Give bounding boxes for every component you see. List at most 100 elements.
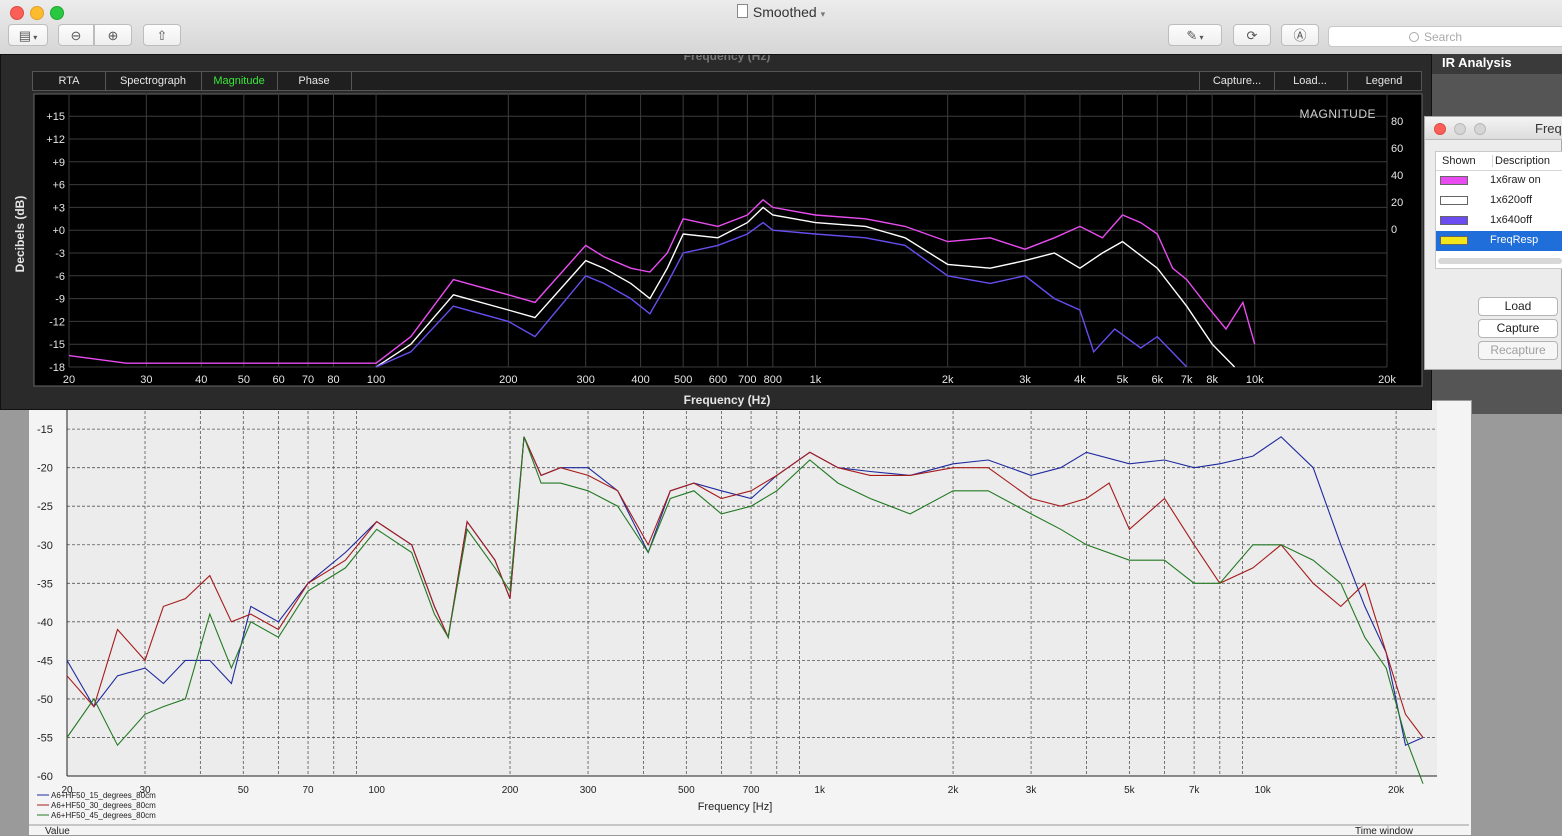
y-tick-label: -3 — [55, 248, 65, 260]
y-tick-label: -60 — [37, 771, 53, 783]
x-tick-label: 800 — [764, 374, 782, 386]
x-tick-label: 6k — [1151, 374, 1163, 386]
zoom-legend-button[interactable] — [1474, 123, 1486, 135]
document-page: -15 -20 -25 -30 -35 -40 -45 -50 -55 -60 20 30 50 70 10… — [28, 400, 1472, 836]
right-axis-label: 0 — [1391, 224, 1397, 236]
x-tick-label: 50 — [238, 374, 250, 386]
share-button[interactable]: ⇧ — [143, 24, 181, 46]
horizontal-scrollbar[interactable] — [1438, 258, 1562, 264]
legend-row[interactable]: 1x6raw on — [1436, 171, 1562, 191]
capture-button[interactable]: Capture — [1478, 319, 1558, 338]
x-tick-label: 10k — [1255, 785, 1272, 796]
x-tick-label: 2k — [948, 785, 960, 796]
zoom-out-button[interactable]: ⊖ — [58, 24, 94, 46]
legend-label: A6+HF50_15_degrees_80cm — [51, 791, 156, 800]
legend-row[interactable]: 1x620off — [1436, 191, 1562, 211]
x-tick-label: 5k — [1124, 785, 1136, 796]
rotate-button[interactable]: ⟳ — [1233, 24, 1271, 46]
x-axis-label: Frequency [Hz] — [698, 801, 773, 813]
x-tick-label: 500 — [678, 785, 695, 796]
legend-row[interactable]: 1x640off — [1436, 211, 1562, 231]
x-tick-label: 30 — [140, 374, 152, 386]
zoom-out-icon: ⊖ — [70, 28, 82, 43]
series-swatch — [1440, 236, 1468, 245]
window-titlebar: Smoothed ▾ ▤ ▾ ⊖ ⊕ ⇧ ✎ ▾ ⟳ Ⓐ Search — [0, 0, 1562, 55]
minimize-legend-button[interactable] — [1454, 123, 1466, 135]
sidebar-toggle-button[interactable]: ▤ ▾ — [8, 24, 48, 46]
zoom-in-icon: ⊕ — [107, 28, 119, 43]
legend-row-label: 1x6raw on — [1490, 174, 1541, 186]
markup-button[interactable]: ✎ ▾ — [1168, 24, 1222, 46]
y-tick-label: -15 — [49, 339, 65, 351]
y-tick-label: -15 — [37, 424, 53, 436]
legend-table-header: Shown Description — [1436, 152, 1562, 171]
x-tick-label: 200 — [502, 785, 519, 796]
x-tick-label: 2k — [942, 374, 954, 386]
x-axis-label-top: Frequency (Hz) — [684, 55, 771, 63]
description-column-header[interactable]: Description — [1492, 155, 1550, 167]
y-tick-label: -35 — [37, 578, 53, 590]
y-axis-label: Decibels (dB) — [13, 196, 27, 273]
y-tick-label: -55 — [37, 732, 53, 744]
x-tick-label: 500 — [674, 374, 692, 386]
x-tick-label: 700 — [743, 785, 760, 796]
document-icon — [736, 4, 748, 18]
y-tick-label: -18 — [49, 362, 65, 374]
frequency-response-chart: -15-20-25-30-35-40-45-50-55-6020 30 50 70 10… — [29, 401, 1469, 835]
x-tick-label: 8k — [1206, 374, 1218, 386]
x-tick-label: 70 — [302, 374, 314, 386]
y-tick-label: -6 — [55, 271, 65, 283]
x-tick-label: 300 — [577, 374, 595, 386]
load-button[interactable]: Load — [1478, 297, 1558, 316]
legend-window: Freq Shown Description 1x6raw on 1x620of… — [1424, 116, 1562, 370]
plot-background — [33, 93, 1423, 387]
shown-column-header[interactable]: Shown — [1442, 155, 1476, 167]
annotate-button[interactable]: Ⓐ — [1281, 24, 1319, 46]
x-tick-label: 20k — [1378, 374, 1396, 386]
y-tick-label: -25 — [37, 501, 53, 513]
y-tick-label: -12 — [49, 316, 65, 328]
x-tick-label: 3k — [1019, 374, 1031, 386]
y-tick-label: +6 — [52, 180, 65, 192]
legend-table: Shown Description 1x6raw on 1x620off 1x6… — [1435, 151, 1562, 269]
right-axis-label: 80 — [1391, 116, 1403, 128]
chevron-down-icon[interactable]: ▾ — [821, 9, 826, 19]
y-tick-label: -20 — [37, 463, 53, 475]
y-tick-label: +9 — [52, 157, 65, 169]
legend-row-selected[interactable]: FreqResp — [1436, 231, 1562, 251]
series-swatch — [1440, 176, 1468, 185]
x-tick-label: 70 — [302, 785, 314, 796]
zoom-in-button[interactable]: ⊕ — [94, 24, 132, 46]
series-swatch — [1440, 216, 1468, 225]
rotate-icon: ⟳ — [1246, 28, 1258, 43]
x-tick-label: 1k — [810, 374, 822, 386]
x-tick-label: 400 — [631, 374, 649, 386]
share-icon: ⇧ — [156, 28, 168, 43]
legend-row-label: 1x640off — [1490, 214, 1533, 226]
window-title: Smoothed ▾ — [0, 4, 1562, 20]
series-swatch — [1440, 196, 1468, 205]
close-legend-button[interactable] — [1434, 123, 1446, 135]
chevron-down-icon: ▾ — [31, 33, 38, 42]
y-tick-label: -50 — [37, 694, 53, 706]
y-tick-label: -30 — [37, 540, 53, 552]
magnitude-chart: 20 30 40 50 60 70 80 100 200 300 400 500 600 700 800 1k… — [13, 55, 1423, 407]
x-tick-label: 700 — [738, 374, 756, 386]
search-field[interactable]: Search — [1328, 26, 1562, 47]
y-tick-label: +12 — [46, 134, 65, 146]
x-tick-label: 100 — [367, 374, 385, 386]
pen-icon: ✎ — [1186, 28, 1198, 43]
right-axis-label: 40 — [1391, 170, 1403, 182]
plot-background — [67, 401, 1437, 776]
right-axis-label: 20 — [1391, 197, 1403, 209]
search-icon — [1409, 32, 1419, 42]
right-axis-label: 60 — [1391, 143, 1403, 155]
y-tick-label: -45 — [37, 655, 53, 667]
x-tick-label: 20 — [63, 374, 75, 386]
x-tick-label: 100 — [368, 785, 385, 796]
x-tick-label: 40 — [195, 374, 207, 386]
y-tick-label: -40 — [37, 617, 53, 629]
x-tick-label: 80 — [327, 374, 339, 386]
x-tick-label: 600 — [709, 374, 727, 386]
y-tick-label: +15 — [46, 111, 65, 123]
